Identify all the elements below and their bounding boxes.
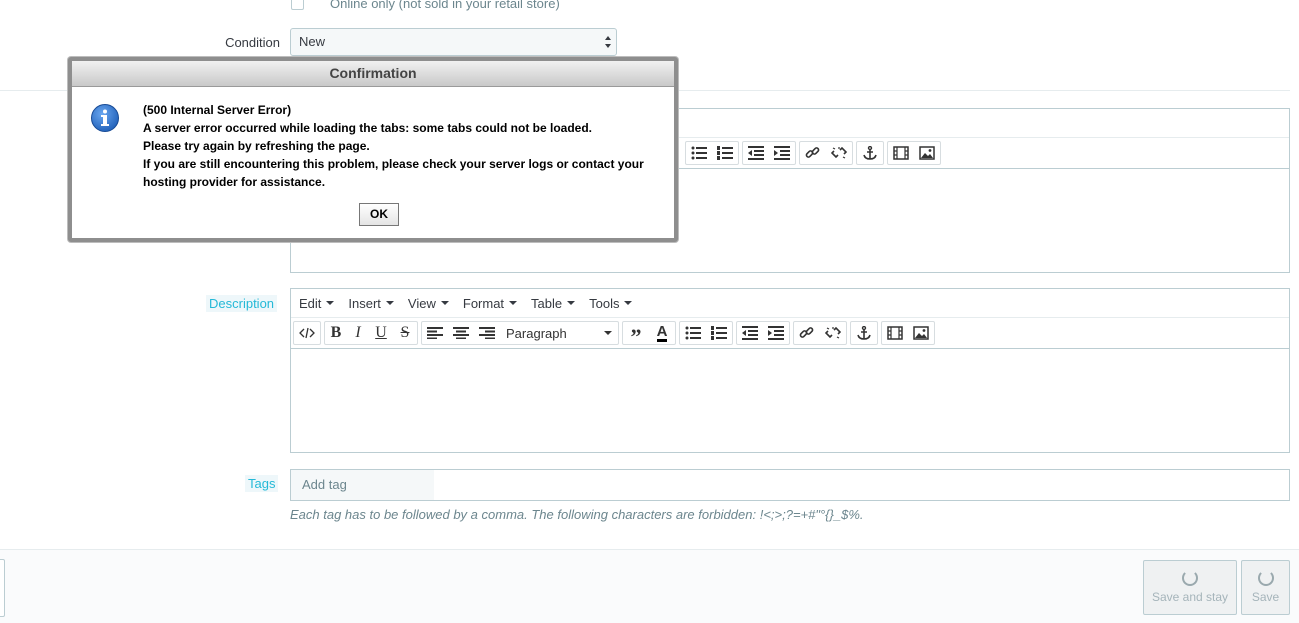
menu-view[interactable]: View xyxy=(408,296,449,311)
dialog-line-3: Please try again by refreshing the page. xyxy=(143,139,370,153)
text-style-group: B I U S xyxy=(324,321,418,345)
condition-value: New xyxy=(299,34,326,49)
indent-icon[interactable] xyxy=(769,142,795,164)
anchor-group xyxy=(856,141,884,165)
strikethrough-icon[interactable]: S xyxy=(393,322,417,344)
quote-color-group: ” A xyxy=(622,321,676,348)
bullet-list-icon[interactable] xyxy=(686,142,712,164)
description-label: Description xyxy=(206,295,278,312)
outdent-icon[interactable] xyxy=(743,142,769,164)
anchor-icon[interactable] xyxy=(857,142,883,164)
link-group xyxy=(799,141,853,165)
condition-select[interactable]: New xyxy=(290,28,617,56)
dialog-title: Confirmation xyxy=(72,61,674,87)
menu-insert[interactable]: Insert xyxy=(348,296,394,311)
numbered-list-icon[interactable] xyxy=(706,322,732,344)
image-icon[interactable] xyxy=(908,322,934,344)
loading-spinner-icon xyxy=(1257,570,1274,586)
media-group xyxy=(887,141,941,165)
menu-edit[interactable]: Edit xyxy=(299,296,335,311)
code-group xyxy=(293,321,321,345)
save-button[interactable]: Save xyxy=(1241,560,1290,615)
link-icon[interactable] xyxy=(800,142,826,164)
footer-bar xyxy=(0,549,1299,623)
description-toolbar: B I U S Paragraph ” A xyxy=(291,318,1289,349)
save-label: Save xyxy=(1251,590,1280,604)
italic-icon[interactable]: I xyxy=(347,322,369,344)
link-icon[interactable] xyxy=(794,322,820,344)
chevron-down-icon xyxy=(567,301,576,305)
dialog-line-4: If you are still encountering this probl… xyxy=(143,157,644,171)
dialog-line-5: hosting provider for assistance. xyxy=(143,175,326,189)
tags-placeholder: Add tag xyxy=(291,470,434,500)
menu-format[interactable]: Format xyxy=(463,296,518,311)
dialog-message: (500 Internal Server Error) A server err… xyxy=(143,101,663,191)
outdent-icon[interactable] xyxy=(737,322,763,344)
loading-spinner-icon xyxy=(1182,570,1198,586)
bold-icon[interactable]: B xyxy=(325,322,347,344)
chevron-down-icon xyxy=(624,301,633,305)
chevron-down-icon xyxy=(385,301,394,305)
chevron-down-icon xyxy=(509,301,518,305)
dialog-line-2: A server error occurred while loading th… xyxy=(143,121,592,135)
online-only-label: Online only (not sold in your retail sto… xyxy=(330,0,560,11)
media-group xyxy=(881,321,935,345)
blockquote-icon[interactable]: ” xyxy=(623,322,649,348)
unlink-icon[interactable] xyxy=(820,322,846,344)
link-group xyxy=(793,321,847,345)
code-icon[interactable] xyxy=(294,322,320,344)
align-format-group: Paragraph xyxy=(421,321,619,345)
align-center-icon[interactable] xyxy=(448,322,474,344)
save-and-stay-label: Save and stay xyxy=(1151,590,1229,604)
footer-left-edge xyxy=(0,559,5,617)
chevron-down-icon xyxy=(440,301,449,305)
tags-hint: Each tag has to be followed by a comma. … xyxy=(290,507,864,522)
video-icon[interactable] xyxy=(888,142,914,164)
info-icon xyxy=(91,104,119,132)
dialog-line-1: (500 Internal Server Error) xyxy=(143,103,292,117)
text-color-icon[interactable]: A xyxy=(649,322,675,344)
paragraph-format-select[interactable]: Paragraph xyxy=(500,322,618,344)
tags-input[interactable]: Add tag xyxy=(290,469,1290,501)
description-menubar: Edit Insert View Format Table Tools xyxy=(291,289,1289,318)
save-and-stay-button[interactable]: Save and stay xyxy=(1143,560,1237,615)
list-group xyxy=(685,141,739,165)
menu-tools[interactable]: Tools xyxy=(589,296,633,311)
tags-label: Tags xyxy=(245,475,279,492)
condition-label: Condition xyxy=(225,35,280,50)
underline-icon[interactable]: U xyxy=(369,322,393,344)
bullet-list-icon[interactable] xyxy=(680,322,706,344)
image-icon[interactable] xyxy=(914,142,940,164)
indent-group xyxy=(736,321,790,345)
numbered-list-icon[interactable] xyxy=(712,142,738,164)
description-editor[interactable]: Edit Insert View Format Table Tools B I … xyxy=(290,288,1290,453)
select-arrows-icon xyxy=(605,36,611,48)
chevron-down-icon xyxy=(326,301,335,305)
unlink-icon[interactable] xyxy=(826,142,852,164)
confirmation-dialog: Confirmation (500 Internal Server Error)… xyxy=(68,57,678,242)
menu-table[interactable]: Table xyxy=(531,296,576,311)
list-group xyxy=(679,321,733,345)
align-left-icon[interactable] xyxy=(422,322,448,344)
video-icon[interactable] xyxy=(882,322,908,344)
paragraph-format-value: Paragraph xyxy=(506,325,567,341)
anchor-icon[interactable] xyxy=(851,322,877,344)
indent-icon[interactable] xyxy=(763,322,789,344)
chevron-down-icon xyxy=(604,331,612,335)
ok-button[interactable]: OK xyxy=(359,203,399,226)
anchor-group xyxy=(850,321,878,345)
align-right-icon[interactable] xyxy=(474,322,500,344)
indent-group xyxy=(742,141,796,165)
online-only-checkbox[interactable] xyxy=(291,0,304,10)
